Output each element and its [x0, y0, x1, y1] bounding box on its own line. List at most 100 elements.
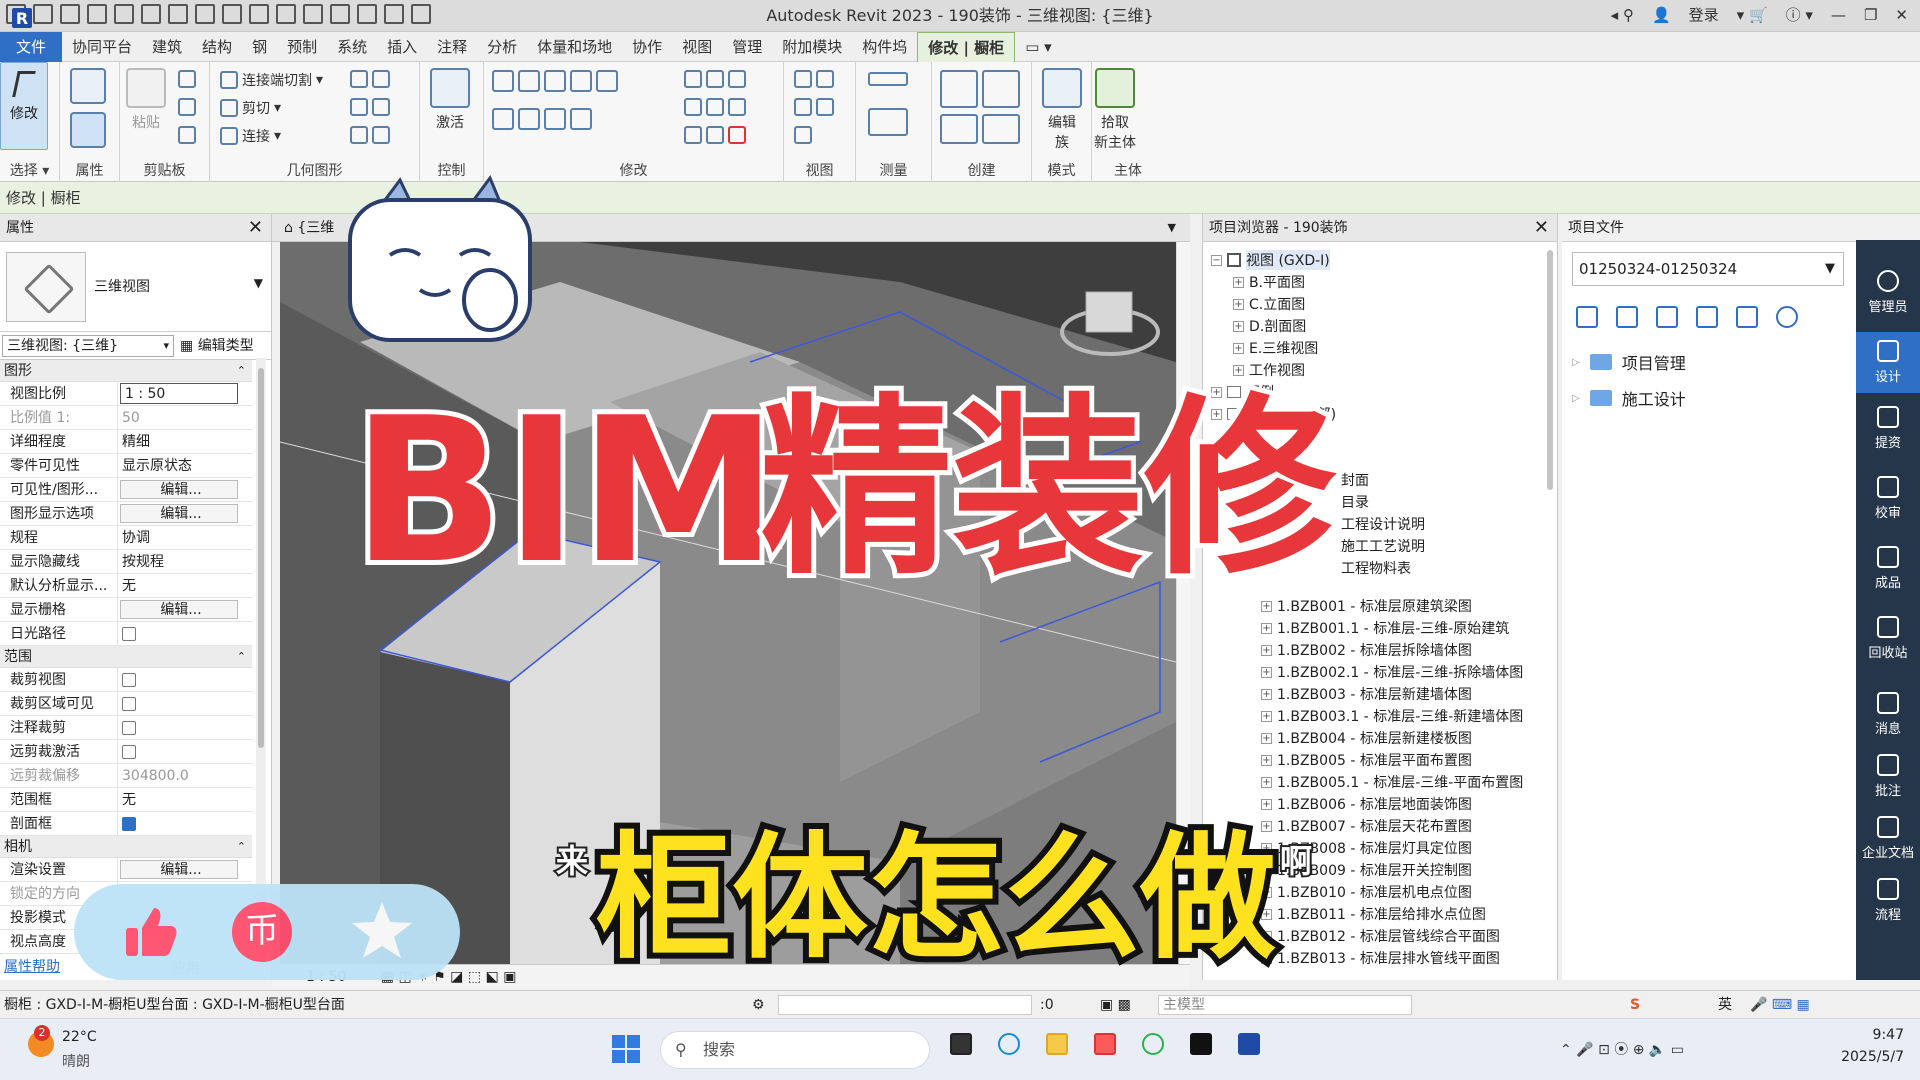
- view-instance-select[interactable]: 三维视图: {三维} ▾: [2, 335, 174, 357]
- linework-icon[interactable]: [794, 126, 812, 144]
- property-row[interactable]: 显示隐藏线 按规程: [0, 550, 252, 574]
- sheet-item[interactable]: +1.BZB005.1 - 标准层-三维-平面布置图: [1261, 772, 1523, 792]
- sheet-item[interactable]: +1.BZB011 - 标准层给排水点位图: [1261, 904, 1486, 924]
- restore-button[interactable]: ❐: [1864, 6, 1877, 24]
- tab-collab-platform[interactable]: 协同平台: [62, 32, 142, 62]
- binoculars-icon[interactable]: ◂ ⚲: [1611, 6, 1634, 24]
- pick-host-button[interactable]: 拾取 新主体: [1094, 68, 1136, 152]
- edit-type-button[interactable]: ▦ 编辑类型: [180, 332, 254, 360]
- project-selector[interactable]: 01250324-01250324 ▼: [1572, 252, 1844, 286]
- file-explorer-icon[interactable]: [1046, 1033, 1068, 1055]
- sheet-item[interactable]: +1.BZB003.1 - 标准层-三维-新建墙体图: [1261, 706, 1523, 726]
- crop-view-checkbox[interactable]: [122, 673, 136, 687]
- tree-node[interactable]: + E.三维视图: [1233, 338, 1318, 358]
- save-icon[interactable]: [60, 4, 80, 24]
- tray-icons[interactable]: ⌃ 🎤 ⊡ ⦿ ⊕ 🔈 ▭: [1560, 1039, 1684, 1059]
- dimension-icon[interactable]: [222, 4, 242, 24]
- tab-addins[interactable]: 附加模块: [772, 32, 852, 62]
- worksets-icon[interactable]: ⚙: [752, 991, 765, 1019]
- tree-node-views[interactable]: − 视图 (GXD-I): [1211, 250, 1330, 270]
- category-extents[interactable]: 范围 ⌃: [0, 646, 252, 668]
- ime-logo-icon[interactable]: S: [1630, 991, 1640, 1019]
- sheet-item[interactable]: +1.BZB005 - 标准层平面布置图: [1261, 750, 1472, 770]
- text-icon[interactable]: [276, 4, 296, 24]
- properties-button[interactable]: [70, 112, 106, 152]
- sheet-item[interactable]: +1.BZB012 - 标准层管线综合平面图: [1261, 926, 1500, 946]
- download-icon[interactable]: [1736, 306, 1758, 328]
- properties-scrollbar[interactable]: [256, 358, 266, 958]
- user-icon[interactable]: 👤: [1652, 6, 1671, 24]
- sheet-item[interactable]: +1.BZB001.1 - 标准层-三维-原始建筑: [1261, 618, 1509, 638]
- wechat-icon[interactable]: [1142, 1033, 1164, 1055]
- tag-icon[interactable]: [249, 4, 269, 24]
- rail-review[interactable]: 校审: [1856, 476, 1920, 521]
- rail-enterprise-docs[interactable]: 企业文档: [1856, 816, 1920, 861]
- redo-icon[interactable]: [141, 4, 161, 24]
- geometry-tool-icon[interactable]: [350, 98, 390, 116]
- folder-item[interactable]: ▷ 项目管理: [1572, 350, 1686, 374]
- help-icon[interactable]: ⓘ ▾: [1786, 4, 1813, 25]
- tab-analyze[interactable]: 分析: [477, 32, 527, 62]
- type-selector[interactable]: 三维视图 ▼: [0, 242, 271, 332]
- tab-systems[interactable]: 系统: [327, 32, 377, 62]
- rail-recycle[interactable]: 回收站: [1856, 616, 1920, 661]
- close-button[interactable]: ✕: [1895, 6, 1908, 24]
- sheet-item[interactable]: +1.BZB013 - 标准层排水管线平面图: [1261, 948, 1500, 968]
- annotation-crop-checkbox[interactable]: [122, 721, 136, 735]
- vg-edit-button[interactable]: 编辑...: [120, 480, 238, 499]
- favorite-star-icon[interactable]: [350, 898, 414, 962]
- ime-tools-icon[interactable]: 🎤 ⌨ ▦: [1750, 991, 1810, 1019]
- print-icon[interactable]: [168, 4, 188, 24]
- search-icon[interactable]: [1776, 306, 1798, 328]
- sheet-item[interactable]: +1.BZB002.1 - 标准层-三维-拆除墙体图: [1261, 662, 1523, 682]
- revit-logo-icon[interactable]: R: [12, 8, 32, 28]
- sheet-item[interactable]: +1.BZB004 - 标准层新建楼板图: [1261, 728, 1472, 748]
- login-link[interactable]: 登录: [1689, 4, 1719, 25]
- tree-node[interactable]: 封面: [1341, 470, 1369, 490]
- open-icon[interactable]: [33, 4, 53, 24]
- sheet-item[interactable]: +1.BZB007 - 标准层天花布置图: [1261, 816, 1472, 836]
- tab-file[interactable]: 文件: [0, 32, 63, 62]
- tree-node[interactable]: + C.立面图: [1233, 294, 1305, 314]
- design-option-select[interactable]: 主模型: [1158, 995, 1412, 1015]
- override-icon[interactable]: [794, 70, 834, 88]
- taskbar-search[interactable]: ⚲ 搜索: [660, 1031, 930, 1069]
- move-icon[interactable]: [492, 108, 592, 130]
- rail-admin[interactable]: 管理员: [1856, 270, 1920, 315]
- clock-time[interactable]: 9:47: [1832, 1027, 1904, 1043]
- section-box-checkbox[interactable]: [122, 817, 136, 831]
- dimension-tool-icon[interactable]: [868, 108, 908, 136]
- view-scale-input[interactable]: 1 : 50: [120, 383, 238, 404]
- tab-collaborate[interactable]: 协作: [622, 32, 672, 62]
- chevron-down-icon[interactable]: ▼: [254, 276, 263, 290]
- measure-icon[interactable]: [195, 4, 215, 24]
- join-cut-button[interactable]: 连接端切割 ▾: [220, 70, 323, 90]
- sun-path-checkbox[interactable]: [122, 627, 136, 641]
- coin-icon[interactable]: 币: [232, 902, 292, 962]
- category-graphics[interactable]: 图形 ⌃: [0, 360, 252, 382]
- mirror-icon[interactable]: [684, 70, 746, 88]
- like-icon[interactable]: [120, 902, 180, 962]
- edge-icon[interactable]: [998, 1033, 1020, 1055]
- ime-lang[interactable]: 英: [1718, 991, 1732, 1019]
- group-label-select[interactable]: 选择 ▾: [0, 160, 59, 180]
- minimize-button[interactable]: —: [1831, 6, 1846, 24]
- briefcase-icon[interactable]: [1616, 306, 1638, 328]
- wps-icon[interactable]: [1094, 1033, 1116, 1055]
- section-icon[interactable]: [330, 4, 350, 24]
- align-icon[interactable]: [492, 70, 618, 92]
- rail-messages[interactable]: 消息: [1856, 692, 1920, 737]
- tab-view[interactable]: 视图: [672, 32, 722, 62]
- thin-lines-icon[interactable]: [357, 4, 377, 24]
- tab-modify-cabinet[interactable]: 修改 | 橱柜: [917, 32, 1016, 62]
- tab-component-dock[interactable]: 构件坞: [852, 32, 917, 62]
- tab-options-icon[interactable]: ▭ ▾: [1015, 32, 1061, 62]
- 3d-view-icon[interactable]: [303, 4, 323, 24]
- property-row[interactable]: 详细程度 精细: [0, 430, 252, 454]
- category-camera[interactable]: 相机 ⌃: [0, 836, 252, 858]
- copy-icon[interactable]: [178, 98, 196, 116]
- tab-precast[interactable]: 预制: [277, 32, 327, 62]
- tree-node[interactable]: 工程设计说明: [1341, 514, 1425, 534]
- tab-massing[interactable]: 体量和场地: [527, 32, 622, 62]
- tab-insert[interactable]: 插入: [377, 32, 427, 62]
